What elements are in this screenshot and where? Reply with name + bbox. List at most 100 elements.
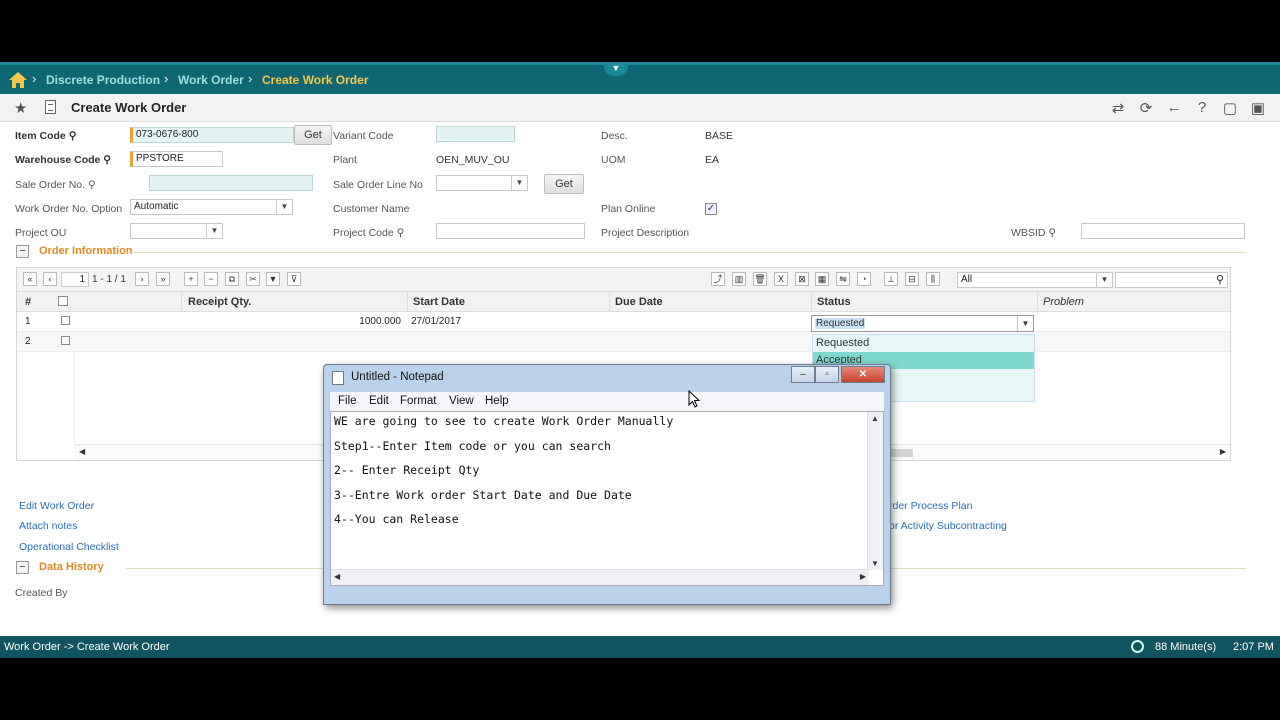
chart-icon[interactable]: ▥ — [732, 272, 746, 286]
item-get-button[interactable]: Get — [294, 125, 332, 145]
project-ou-select[interactable]: ▼ — [130, 223, 223, 239]
grid-filter-select[interactable]: All ▼ — [957, 272, 1113, 288]
copy-row-icon[interactable]: ⧉ — [225, 272, 239, 286]
variant-code-field[interactable] — [436, 126, 515, 142]
column-due-date-header[interactable]: Due Date — [615, 296, 663, 308]
calendar-icon[interactable]: ▦ — [815, 272, 829, 286]
scroll-left-icon[interactable]: ◀ — [334, 572, 340, 581]
plan-online-checkbox[interactable]: ✓ — [705, 203, 717, 215]
prev-page-icon[interactable]: ‹ — [43, 272, 57, 286]
status-select[interactable]: Requested ▼ — [811, 315, 1034, 332]
search-icon[interactable]: ⚲ — [1048, 227, 1056, 239]
cut-row-icon[interactable]: ✂ — [246, 272, 260, 286]
column-status-header[interactable]: Status — [817, 296, 851, 308]
menu-help[interactable]: Help — [485, 395, 509, 407]
search-icon[interactable]: ⚲ — [88, 179, 96, 191]
sale-order-get-button[interactable]: Get — [544, 174, 584, 194]
search-icon[interactable]: ⚲ — [69, 130, 77, 142]
scroll-down-icon[interactable]: ▼ — [871, 559, 879, 568]
minimize-window-icon[interactable]: ▣ — [1250, 99, 1266, 117]
column-receipt-qty-header[interactable]: Receipt Qty. — [188, 296, 251, 308]
help-icon[interactable]: ? — [1194, 99, 1210, 117]
attach-notes-link[interactable]: Attach notes — [19, 520, 77, 532]
status-option-requested[interactable]: Requested — [813, 335, 1034, 352]
table-row[interactable]: 2 — [17, 332, 1230, 352]
order-information-section: − Order Information — [16, 244, 1246, 260]
sale-order-no-field[interactable] — [149, 175, 313, 191]
operational-checklist-link[interactable]: Operational Checklist — [19, 541, 119, 553]
order-process-plan-link[interactable]: rder Process Plan — [889, 500, 972, 512]
notepad-text-area[interactable]: WE are going to see to create Work Order… — [330, 411, 884, 586]
search-icon[interactable]: ⚲ — [1216, 273, 1224, 286]
receipt-qty-cell[interactable]: 1000.000 — [181, 316, 401, 327]
section-divider — [126, 252, 1246, 253]
row-checkbox[interactable] — [61, 336, 70, 345]
columns-icon[interactable]: ⫼ — [926, 272, 940, 286]
item-code-field[interactable]: 073-0676-800 — [130, 127, 294, 143]
freeze-column-icon[interactable]: ⊟ — [905, 272, 919, 286]
select-all-checkbox[interactable] — [58, 296, 68, 306]
new-window-icon[interactable]: ▢ — [1222, 99, 1238, 117]
menu-view[interactable]: View — [449, 395, 474, 407]
project-code-field[interactable] — [436, 223, 585, 239]
shuffle-icon[interactable]: ⇄ — [1110, 99, 1126, 117]
horizontal-scrollbar[interactable]: ◀ ▶ — [331, 569, 869, 585]
scroll-up-icon[interactable]: ▲ — [871, 414, 879, 423]
filter-icon[interactable]: ▼ — [266, 272, 280, 286]
collapse-section-button[interactable]: − — [16, 561, 29, 574]
scroll-left-icon[interactable]: ◀ — [79, 447, 85, 456]
search-icon[interactable]: ⚲ — [397, 227, 405, 239]
wbsid-field[interactable] — [1081, 223, 1245, 239]
collapse-section-button[interactable]: − — [16, 245, 29, 258]
excel-icon[interactable]: X — [774, 272, 788, 286]
first-page-icon[interactable]: « — [23, 272, 37, 286]
menu-file[interactable]: File — [338, 395, 357, 407]
back-arrow-icon[interactable]: ← — [1166, 99, 1182, 117]
pin-icon[interactable]: ⊥ — [884, 272, 898, 286]
scroll-right-icon[interactable]: ▶ — [860, 572, 866, 581]
column-problem-header[interactable]: Problem — [1043, 296, 1084, 308]
last-page-icon[interactable]: » — [156, 272, 170, 286]
item-code-label: Item Code ⚲ — [15, 130, 77, 142]
vertical-scrollbar[interactable]: ▲ ▼ — [867, 412, 883, 570]
grid-search-input[interactable]: ⚲ — [1115, 272, 1228, 288]
sale-order-line-no-select[interactable]: ▼ — [436, 175, 528, 191]
menu-format[interactable]: Format — [400, 395, 436, 407]
delete-icon[interactable]: 🗑 — [753, 272, 767, 286]
menu-edit[interactable]: Edit — [369, 395, 389, 407]
favorite-star-icon[interactable]: ★ — [14, 99, 27, 117]
dropdown-arrow-icon[interactable]: ▼ — [1017, 316, 1033, 331]
dropdown-arrow-icon[interactable]: ▼ — [1096, 273, 1112, 287]
collapse-header-toggle[interactable]: ▼ — [604, 62, 628, 76]
work-order-no-option-select[interactable]: Automatic ▼ — [130, 199, 293, 215]
start-date-cell[interactable]: 27/01/2017 — [411, 316, 461, 327]
next-page-icon[interactable]: › — [135, 272, 149, 286]
close-button[interactable]: ✕ — [841, 366, 885, 383]
dropdown-arrow-icon[interactable]: ▼ — [511, 176, 527, 190]
search-icon[interactable]: ⚲ — [103, 154, 111, 166]
add-row-icon[interactable]: + — [184, 272, 198, 286]
breadcrumb-work-order[interactable]: Work Order — [178, 73, 244, 87]
delete-row-icon[interactable]: − — [204, 272, 218, 286]
dropdown-arrow-icon[interactable]: ▼ — [206, 224, 222, 238]
breadcrumb-discrete-production[interactable]: Discrete Production — [46, 73, 160, 87]
edit-work-order-link[interactable]: Edit Work Order — [19, 500, 94, 512]
warehouse-code-field[interactable]: PPSTORE — [130, 151, 223, 167]
export-pdf-icon[interactable]: ⤴ — [711, 272, 725, 286]
dropdown-arrow-icon[interactable]: ▼ — [276, 200, 292, 214]
column-start-date-header[interactable]: Start Date — [413, 296, 465, 308]
pie-chart-icon[interactable]: ◔ — [857, 272, 871, 286]
minimize-button[interactable]: – — [791, 366, 815, 383]
notepad-window[interactable]: Untitled - Notepad – ▫ ✕ File Edit Forma… — [323, 364, 891, 605]
clear-filter-icon[interactable]: ⊽ — [287, 272, 301, 286]
refresh-icon[interactable]: ⟳ — [1138, 99, 1154, 117]
import-excel-icon[interactable]: ⇋ — [836, 272, 850, 286]
table-row[interactable]: 1 1000.000 27/01/2017 — [17, 312, 1230, 332]
row-checkbox[interactable] — [61, 316, 70, 325]
export-excel-icon[interactable]: ⊠ — [795, 272, 809, 286]
scroll-right-icon[interactable]: ▶ — [1220, 447, 1226, 456]
page-number-input[interactable]: 1 — [61, 272, 89, 287]
activity-subcontracting-link[interactable]: or Activity Subcontracting — [889, 520, 1007, 532]
maximize-button[interactable]: ▫ — [815, 366, 839, 383]
home-icon[interactable] — [8, 71, 28, 89]
